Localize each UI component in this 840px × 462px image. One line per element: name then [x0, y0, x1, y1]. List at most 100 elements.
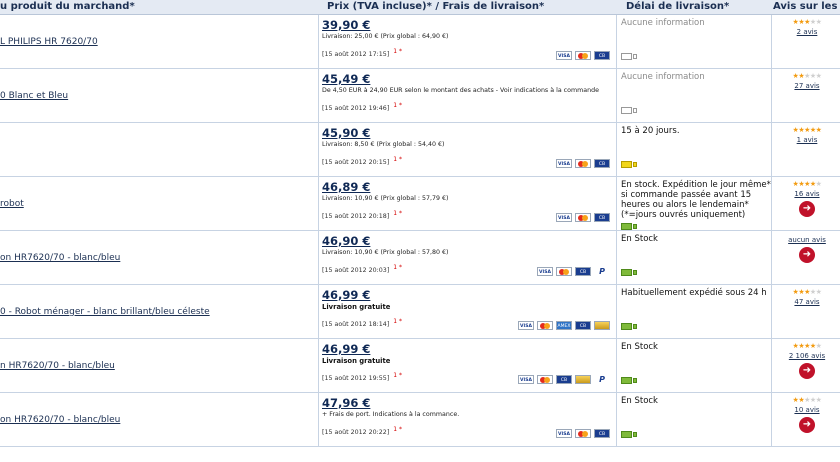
rating-stars: ★★★★★ [777, 72, 837, 80]
price-cell: 45,49 € De 4,50 EUR à 24,90 EUR selon le … [322, 72, 612, 122]
product-link[interactable]: on HR7620/70 - blanc/bleu [0, 253, 120, 263]
delivery-truck-icon [621, 106, 637, 116]
column-divider [616, 231, 617, 284]
carte-bleue-icon: CB [556, 375, 572, 384]
reviews-link[interactable]: 1 avis [777, 136, 837, 144]
offer-timestamp: [15 août 2012 20:22] 1 * [322, 426, 402, 436]
offer-timestamp: [15 août 2012 20:15] 1 * [322, 156, 402, 166]
payment-methods: VISA CB [556, 213, 610, 222]
offer-timestamp: [15 août 2012 20:03] 1 * [322, 264, 402, 274]
reviews-link[interactable]: 47 avis [777, 298, 837, 306]
offer-timestamp: [15 août 2012 17:15] 1 * [322, 48, 402, 58]
product-cell: L PHILIPS HR 7620/70 [0, 15, 315, 68]
delivery-cell: En Stock [621, 396, 771, 446]
price-link[interactable]: 47,96 € [322, 396, 612, 410]
product-cell [0, 123, 315, 176]
go-to-shop-arrow-icon[interactable]: ➜ [799, 363, 815, 379]
go-to-shop-arrow-icon[interactable]: ➜ [799, 247, 815, 263]
visa-card-icon: VISA [556, 429, 572, 438]
shipping-info: Livraison: 25,00 € (Prix global : 64,90 … [322, 33, 449, 40]
price-link[interactable]: 46,90 € [322, 234, 612, 248]
reviews-link[interactable]: 2 avis [777, 28, 837, 36]
price-link[interactable]: 46,99 € [322, 342, 612, 356]
star-icon: ★ [815, 342, 822, 350]
column-divider [318, 177, 319, 230]
delivery-text: En Stock [621, 342, 658, 352]
visa-card-icon: VISA [518, 321, 534, 330]
price-link[interactable]: 45,90 € [322, 126, 612, 140]
column-divider [318, 339, 319, 392]
reviews-cell: ★★★★★ 10 avis ➜ [777, 396, 837, 446]
shipping-info: Livraison: 10,90 € (Prix global : 57,79 … [322, 195, 449, 202]
carte-bleue-icon: CB [594, 159, 610, 168]
go-to-shop-arrow-icon[interactable]: ➜ [799, 417, 815, 433]
header-reviews[interactable]: Avis sur les [773, 1, 837, 12]
reviews-link[interactable]: 10 avis [777, 406, 837, 414]
column-divider [616, 393, 617, 446]
delivery-cell: Habituellement expédié sous 24 h [621, 288, 771, 338]
timestamp-text: [15 août 2012 20:03] [322, 267, 390, 275]
star-icon: ★ [815, 72, 822, 80]
product-link[interactable]: L PHILIPS HR 7620/70 [0, 37, 98, 47]
reviews-cell: ★★★★★ 16 avis ➜ [777, 180, 837, 230]
product-link[interactable]: robot [0, 199, 24, 209]
carte-bleue-icon: CB [594, 213, 610, 222]
timestamp-text: [15 août 2012 19:46] [322, 105, 390, 113]
header-delivery[interactable]: Délai de livraison* [626, 1, 729, 12]
product-cell: on HR7620/70 - blanc/bleu [0, 393, 315, 446]
reviews-link[interactable]: 27 avis [777, 82, 837, 90]
table-row: 45,90 € Livraison: 8,50 € (Prix global : … [0, 123, 840, 177]
visa-card-icon: VISA [518, 375, 534, 384]
price-link[interactable]: 46,99 € [322, 288, 612, 302]
reviews-cell: aucun avis ➜ [777, 234, 837, 284]
mastercard-icon [537, 321, 553, 330]
product-link[interactable]: 0 - Robot ménager - blanc brillant/bleu … [0, 307, 210, 317]
star-icon: ★ [815, 396, 822, 404]
column-divider [771, 339, 772, 392]
delivery-truck-icon [621, 268, 637, 278]
reviews-cell: ★★★★★ 2 avis [777, 18, 837, 68]
go-to-shop-arrow-icon[interactable]: ➜ [799, 201, 815, 217]
delivery-text: En Stock [621, 234, 658, 244]
shipping-info: Livraison gratuite [322, 303, 391, 311]
paypal-icon: P [594, 267, 610, 276]
delivery-cell: En stock. Expédition le jour même* si co… [621, 180, 771, 230]
reviews-link[interactable]: aucun avis [777, 236, 837, 244]
header-price[interactable]: Prix (TVA incluse)* / Frais de livraison… [327, 1, 544, 12]
table-row: on HR7620/70 - blanc/bleu 47,96 € + Frais … [0, 393, 840, 447]
column-divider [771, 393, 772, 446]
price-link[interactable]: 46,89 € [322, 180, 612, 194]
carte-bleue-icon: CB [575, 321, 591, 330]
price-link[interactable]: 39,90 € [322, 18, 612, 32]
carte-bleue-icon: CB [575, 267, 591, 276]
product-link[interactable]: on HR7620/70 - blanc/bleu [0, 415, 120, 425]
delivery-text: Aucune information [621, 18, 705, 28]
column-divider [771, 177, 772, 230]
delivery-truck-icon [621, 160, 637, 170]
mastercard-icon [556, 267, 572, 276]
column-divider [771, 285, 772, 338]
table-row: n HR7620/70 - blanc/bleu 46,99 € Livraison… [0, 339, 840, 393]
timestamp-text: [15 août 2012 18:14] [322, 321, 390, 329]
column-divider [616, 339, 617, 392]
star-icon: ★ [815, 180, 822, 188]
price-cell: 39,90 € Livraison: 25,00 € (Prix global :… [322, 18, 612, 68]
delivery-truck-icon [621, 430, 637, 440]
column-divider [318, 231, 319, 284]
table-header: u produit du marchand* Prix (TVA incluse… [0, 0, 840, 15]
header-product[interactable]: u produit du marchand* [0, 1, 135, 12]
reviews-link[interactable]: 16 avis [777, 190, 837, 198]
delivery-cell: En Stock [621, 342, 771, 392]
footnote-marker: 1 * [393, 264, 403, 271]
product-link[interactable]: 0 Blanc et Bleu [0, 91, 68, 101]
visa-card-icon: VISA [537, 267, 553, 276]
product-link[interactable]: n HR7620/70 - blanc/bleu [0, 361, 115, 371]
shipping-info: De 4,50 EUR à 24,90 EUR selon le montant… [322, 87, 599, 94]
reviews-link[interactable]: 2 106 avis [777, 352, 837, 360]
delivery-text: 15 à 20 jours. [621, 126, 680, 136]
price-link[interactable]: 45,49 € [322, 72, 612, 86]
column-divider [318, 15, 319, 68]
price-cell: 46,99 € Livraison gratuite [15 août 2012 1… [322, 288, 612, 338]
payment-methods: VISA CB [556, 429, 610, 438]
rating-stars: ★★★★★ [777, 18, 837, 26]
